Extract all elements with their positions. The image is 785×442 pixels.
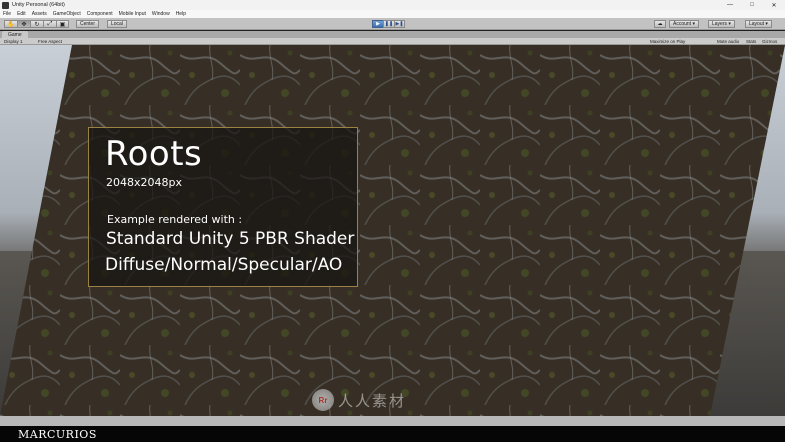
playback-controls: ▶ ❚❚ ▶❚ (372, 20, 405, 28)
menu-edit[interactable]: Edit (17, 11, 26, 17)
watermark-logo-icon: Rr (312, 389, 334, 411)
aspect-dropdown[interactable]: Free Aspect (38, 38, 62, 45)
texture-resolution: 2048x2048px (106, 176, 182, 189)
menu-gameobject[interactable]: GameObject (53, 11, 81, 17)
rotate-tool-icon[interactable]: ↻ (30, 20, 43, 28)
rendered-with-label: Example rendered with : (107, 213, 243, 226)
transform-tools: ✋ ✥ ↻ ⤢ ▣ (4, 20, 69, 28)
account-label: Account (673, 21, 692, 27)
menu-bar: File Edit Assets GameObject Component Mo… (0, 10, 785, 18)
menu-window[interactable]: Window (152, 11, 170, 17)
footer-banner: MARCURIOS (0, 426, 785, 442)
minimize-button[interactable]: — (719, 0, 741, 10)
layers-dropdown[interactable]: Layers ▾ (708, 20, 735, 28)
watermark: Rr 人人素材 (312, 389, 406, 411)
menu-assets[interactable]: Assets (32, 11, 47, 17)
pivot-label: Center (80, 21, 96, 27)
game-tab-strip: Game (0, 31, 785, 38)
maximize-on-play-toggle[interactable]: Maximize on Play (650, 38, 685, 45)
pause-button[interactable]: ❚❚ (383, 20, 394, 28)
texture-info-panel: Roots 2048x2048px Example rendered with … (88, 127, 358, 287)
mute-audio-toggle[interactable]: Mute audio (717, 38, 739, 45)
menu-mobile-input[interactable]: Mobile Input (119, 11, 146, 17)
move-tool-icon[interactable]: ✥ (17, 20, 30, 28)
texture-maps: Diffuse/Normal/Specular/AO (105, 255, 343, 275)
menu-help[interactable]: Help (176, 11, 186, 17)
hand-tool-icon[interactable]: ✋ (4, 20, 17, 28)
tab-game-label: Game (8, 31, 22, 38)
step-button[interactable]: ▶❚ (394, 20, 405, 28)
menu-file[interactable]: File (3, 11, 11, 17)
space-toggle-button[interactable]: Local (107, 20, 127, 28)
play-button[interactable]: ▶ (372, 20, 383, 28)
tab-game[interactable]: Game (2, 31, 28, 38)
maximize-button[interactable]: □ (741, 0, 763, 10)
status-bar (0, 416, 785, 426)
scale-tool-icon[interactable]: ⤢ (43, 20, 56, 28)
game-view-toolbar: Display 1 Free Aspect Maximize on Play M… (0, 38, 785, 45)
texture-title: Roots (105, 134, 203, 174)
close-button[interactable]: ✕ (763, 0, 785, 10)
shader-name: Standard Unity 5 PBR Shader (106, 229, 355, 249)
window-title: Unity Personal (64bit) (12, 2, 65, 8)
space-label: Local (111, 21, 123, 27)
pivot-toggle-button[interactable]: Center (76, 20, 100, 28)
unity-app-icon (2, 1, 9, 9)
window-controls: — □ ✕ (719, 0, 785, 10)
display-dropdown[interactable]: Display 1 (4, 38, 23, 45)
cloud-icon[interactable]: ☁ (654, 20, 666, 28)
gizmos-dropdown[interactable]: Gizmos (762, 38, 777, 45)
game-viewport[interactable]: Roots 2048x2048px Example rendered with … (0, 45, 785, 416)
watermark-text: 人人素材 (338, 392, 407, 410)
menu-component[interactable]: Component (87, 11, 113, 17)
layout-label: Layout (749, 21, 765, 27)
layout-dropdown[interactable]: Layout ▾ (745, 20, 772, 28)
rect-tool-icon[interactable]: ▣ (56, 20, 69, 28)
layers-label: Layers (712, 21, 728, 27)
stats-toggle[interactable]: Stats (746, 38, 756, 45)
main-toolbar: ✋ ✥ ↻ ⤢ ▣ Center Local ▶ ❚❚ ▶❚ ☁ Account… (0, 18, 785, 30)
brand-name: MARCURIOS (18, 428, 97, 441)
account-dropdown[interactable]: Account ▾ (669, 20, 699, 28)
window-titlebar: Unity Personal (64bit) — □ ✕ (0, 0, 785, 10)
